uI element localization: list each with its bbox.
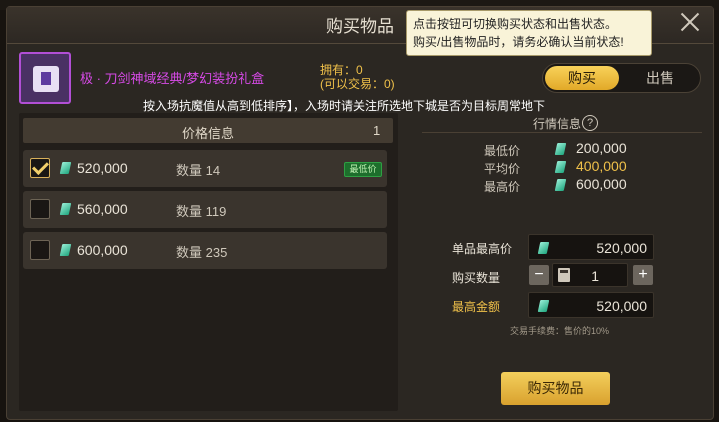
tooltip-line-1: 点击按钮可切换购买状态和出售状态。 [413,17,618,31]
max-price-value: 600,000 [576,176,627,192]
gem-icon [537,300,550,312]
price-list-title: 价格信息 [181,126,234,141]
item-name: 极 · 刀剑神域经典/梦幻装扮礼盒 [80,71,265,86]
quantity-plus-button[interactable]: + [633,265,653,285]
tooltip-line-2: 购买/出售物品时，请务必确认当前状态! [413,35,624,49]
gem-icon [59,244,72,256]
quantity-minus-button[interactable]: − [529,265,549,285]
row-quantity: 数量 119 [176,204,227,219]
gem-icon [59,203,72,215]
buy-mode-button[interactable]: 购买 [545,66,619,90]
max-total-value: 520,000 [596,298,647,314]
unit-max-price-label: 单品最高价 [452,242,513,256]
price-row[interactable]: 520,000 数量 14 最低价 [23,150,387,187]
price-row[interactable]: 560,000 数量 119 [23,191,387,228]
dialog-title: 购买物品 [326,17,394,36]
quantity-value: 1 [591,268,599,284]
row-price: 560,000 [77,201,128,217]
min-price-value: 200,000 [576,140,627,156]
row-checkbox[interactable] [30,158,50,178]
avg-price-label: 平均价 [484,162,521,176]
gem-icon [59,162,72,174]
market-info-title: 行情信息 [533,117,582,131]
tradable-count: (可以交易：0) [320,77,395,91]
price-row[interactable]: 600,000 数量 235 [23,232,387,269]
avg-price-value: 400,000 [576,158,627,174]
buy-sell-toggle: 购买 出售 [542,63,701,93]
row-price: 600,000 [77,242,128,258]
row-quantity: 数量 235 [176,245,228,260]
quantity-label: 购买数量 [452,271,501,285]
info-icon[interactable]: ? [582,115,598,131]
sell-mode-button[interactable]: 出售 [623,66,697,90]
buy-item-button[interactable]: 购买物品 [501,372,610,405]
price-list-count: 1 [373,123,381,138]
row-checkbox[interactable] [30,240,50,260]
unit-max-price-field[interactable]: 520,000 [528,234,654,260]
calculator-icon[interactable] [558,268,570,282]
row-checkbox[interactable] [30,199,50,219]
max-total-label: 最高金额 [452,300,501,314]
gem-icon [537,242,550,254]
max-total-field: 520,000 [528,292,654,318]
max-price-label: 最高价 [484,180,521,194]
gift-box-icon[interactable] [19,52,71,104]
price-list-header: 价格信息 1 [23,118,393,143]
row-quantity: 数量 14 [176,163,221,178]
close-icon[interactable] [678,10,702,34]
ownership-info: 拥有：0 (可以交易：0) [320,63,395,91]
row-price: 520,000 [77,160,128,176]
unit-max-price-value: 520,000 [596,240,647,256]
owned-count: 拥有：0 [320,63,363,77]
min-price-label: 最低价 [484,144,521,158]
scrolling-notice: 按入场抗魔值从高到低排序】，入场时请关注所选地下城是否为目标周常地下 [143,99,546,113]
mode-tooltip: 点击按钮可切换购买状态和出售状态。 购买/出售物品时，请务必确认当前状态! [406,10,652,56]
lowest-price-badge: 最低价 [344,162,382,177]
fee-note: 交易手续费：售价的10% [510,326,610,336]
market-divider [422,132,702,133]
